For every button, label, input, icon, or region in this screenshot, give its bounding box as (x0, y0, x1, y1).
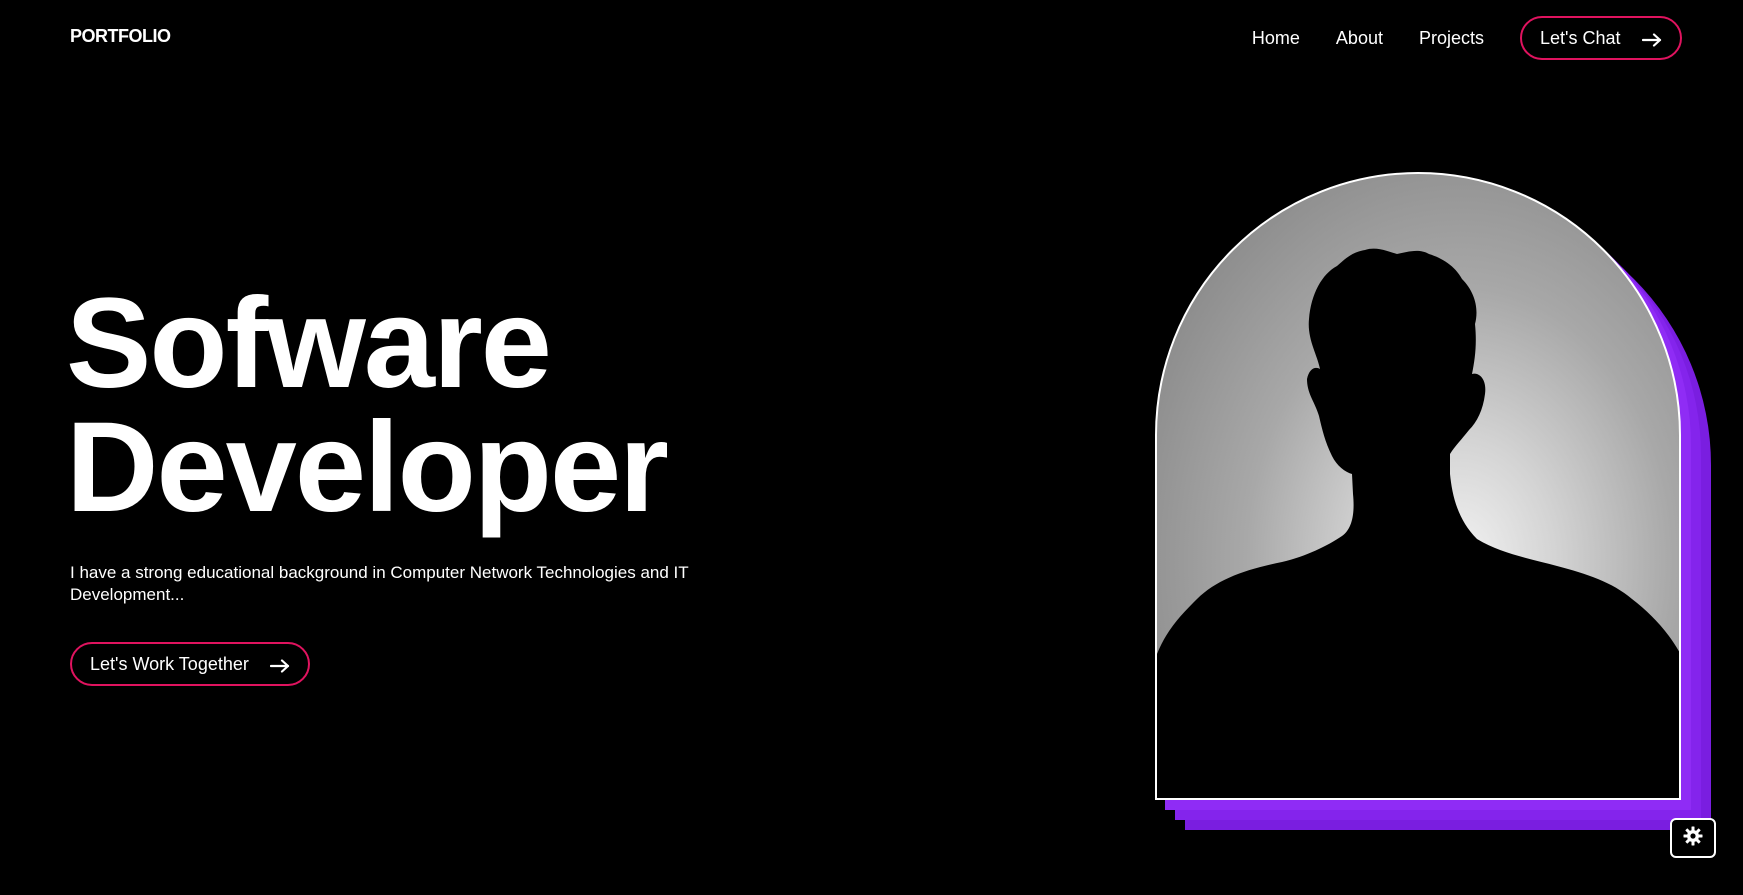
hero-title-line-1: Sofware (66, 272, 552, 415)
work-together-button[interactable]: Let's Work Together (70, 642, 310, 686)
theme-settings-button[interactable] (1670, 818, 1716, 858)
nav-link-home[interactable]: Home (1252, 28, 1300, 49)
portrait-image (1155, 172, 1681, 800)
nav-link-about[interactable]: About (1336, 28, 1383, 49)
gear-icon (1683, 826, 1703, 851)
silhouette-image (1157, 248, 1679, 798)
page: PORTFOLIO Home About Projects Let's Chat… (0, 0, 1743, 895)
work-together-label: Let's Work Together (90, 653, 249, 674)
nav-link-projects[interactable]: Projects (1419, 28, 1484, 49)
lets-chat-button[interactable]: Let's Chat (1520, 16, 1682, 60)
arrow-right-icon (269, 657, 290, 673)
top-nav: Home About Projects Let's Chat (1252, 16, 1682, 60)
hero-title-line-2: Developer (66, 396, 669, 539)
logo[interactable]: PORTFOLIO (70, 26, 171, 47)
lets-chat-label: Let's Chat (1540, 27, 1621, 48)
portrait-frame (1155, 172, 1715, 832)
arrow-right-icon (1641, 31, 1662, 47)
hero-description: I have a strong educational background i… (70, 563, 689, 604)
hero-title: Sofware Developer (66, 272, 669, 539)
